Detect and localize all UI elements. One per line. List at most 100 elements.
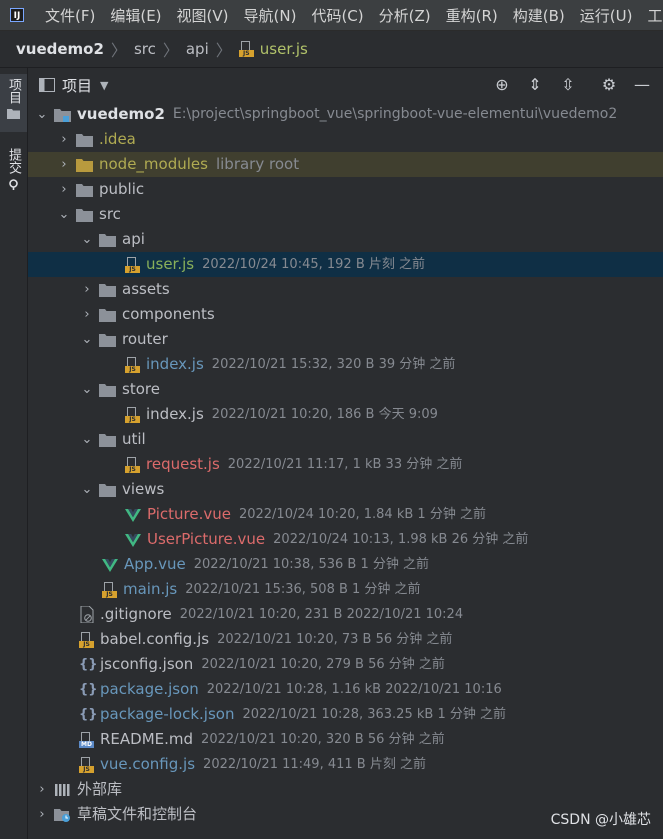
tree-item-meta: 2022/10/21 10:20, 231 B 2022/10/21 10:24	[179, 607, 464, 622]
chevron-down-icon[interactable]: ⌄	[34, 102, 50, 127]
tree-item-user-js[interactable]: user.js 2022/10/24 10:45, 192 B 片刻 之前	[28, 252, 663, 277]
tree-item-router[interactable]: ⌄ router	[28, 327, 663, 352]
tree-item-vue-config-js[interactable]: vue.config.js 2022/10/21 11:49, 411 B 片刻…	[28, 752, 663, 777]
tree-item-meta: 2022/10/21 10:28, 363.25 kB 1 分钟 之前	[242, 707, 506, 722]
tree-item-label: 外部库	[77, 780, 123, 798]
tree-item-label: user.js	[146, 255, 195, 273]
menu-tools[interactable]: 工具(	[640, 5, 663, 26]
select-opened-file-icon[interactable]: ⊕	[493, 76, 511, 94]
collapse-all-icon[interactable]: ⇳	[559, 76, 577, 94]
js-file-icon	[79, 756, 94, 773]
tree-item-router-index-js[interactable]: index.js 2022/10/21 15:32, 320 B 39 分钟 之…	[28, 352, 663, 377]
tree-item-picture-vue[interactable]: Picture.vue 2022/10/24 10:20, 1.84 kB 1 …	[28, 502, 663, 527]
intellij-logo-icon[interactable]: IJ	[10, 8, 24, 22]
tree-item-components[interactable]: › components	[28, 302, 663, 327]
tree-item-label: index.js	[146, 405, 204, 423]
chevron-down-icon[interactable]: ⌄	[79, 227, 95, 252]
js-file-icon	[125, 356, 140, 373]
tree-item-meta: 2022/10/21 11:49, 411 B 片刻 之前	[203, 757, 426, 772]
tree-item-store[interactable]: ⌄ store	[28, 377, 663, 402]
project-view-icon	[39, 78, 55, 92]
chevron-right-icon[interactable]: ›	[34, 802, 50, 827]
tree-item-label: .gitignore	[100, 605, 172, 623]
expand-all-icon[interactable]: ⇕	[526, 76, 544, 94]
chevron-right-icon: 〉	[110, 41, 127, 60]
tree-item-meta: 2022/10/21 10:38, 536 B 1 分钟 之前	[193, 557, 430, 572]
menu-run[interactable]: 运行(U)	[573, 5, 641, 26]
tree-item-meta: 2022/10/21 10:20, 279 B 56 分钟 之前	[201, 657, 445, 672]
breadcrumb-project[interactable]: vuedemo2	[16, 40, 104, 58]
tree-item-request-js[interactable]: request.js 2022/10/21 11:17, 1 kB 33 分钟 …	[28, 452, 663, 477]
tree-item-views[interactable]: ⌄ views	[28, 477, 663, 502]
chevron-right-icon[interactable]: ›	[56, 127, 72, 152]
chevron-right-icon[interactable]: ›	[34, 777, 50, 802]
tree-item-label: babel.config.js	[100, 630, 210, 648]
folder-icon	[99, 383, 116, 397]
library-icon	[55, 783, 70, 796]
vue-file-icon	[102, 558, 118, 572]
tree-item-package-lock-json[interactable]: {} package-lock.json 2022/10/21 10:28, 3…	[28, 702, 663, 727]
json-file-icon: {}	[79, 682, 98, 697]
tree-item-readme-md[interactable]: README.md 2022/10/21 10:20, 320 B 56 分钟 …	[28, 727, 663, 752]
tree-item-label: src	[99, 205, 121, 223]
menu-navigate[interactable]: 导航(N)	[237, 5, 305, 26]
menu-code[interactable]: 代码(C)	[304, 5, 371, 26]
tree-item-app-vue[interactable]: App.vue 2022/10/21 10:38, 536 B 1 分钟 之前	[28, 552, 663, 577]
tree-item-gitignore[interactable]: .gitignore 2022/10/21 10:20, 231 B 2022/…	[28, 602, 663, 627]
chevron-down-icon[interactable]: ⌄	[79, 327, 95, 352]
panel-title[interactable]: 项目	[62, 75, 92, 96]
tree-item-node-modules[interactable]: › node_modules library root	[28, 152, 663, 177]
menu-analyze[interactable]: 分析(Z)	[372, 5, 439, 26]
tree-item-package-json[interactable]: {} package.json 2022/10/21 10:28, 1.16 k…	[28, 677, 663, 702]
tree-item-userpicture-vue[interactable]: UserPicture.vue 2022/10/24 10:13, 1.98 k…	[28, 527, 663, 552]
folder-icon	[76, 208, 93, 222]
tree-item-public[interactable]: › public	[28, 177, 663, 202]
chevron-down-icon[interactable]: ⌄	[56, 202, 72, 227]
chevron-right-icon[interactable]: ›	[56, 152, 72, 177]
tree-item-label: router	[122, 330, 168, 348]
menu-edit[interactable]: 编辑(E)	[103, 5, 169, 26]
minimize-icon[interactable]: —	[633, 76, 651, 94]
menu-build[interactable]: 构建(B)	[506, 5, 573, 26]
chevron-down-icon[interactable]: ▼	[100, 79, 108, 92]
menu-refactor[interactable]: 重构(R)	[439, 5, 506, 26]
tree-item-meta: E:\project\springboot_vue\springboot-vue…	[172, 106, 618, 122]
tree-item-assets[interactable]: › assets	[28, 277, 663, 302]
chevron-down-icon[interactable]: ⌄	[79, 377, 95, 402]
chevron-right-icon[interactable]: ›	[79, 277, 95, 302]
tree-item-api[interactable]: ⌄ api	[28, 227, 663, 252]
breadcrumb-api[interactable]: api	[186, 40, 209, 58]
tree-item-label: 草稿文件和控制台	[77, 805, 198, 823]
tree-item-label: Picture.vue	[147, 505, 231, 523]
tree-item-label: index.js	[146, 355, 204, 373]
chevron-down-icon[interactable]: ⌄	[79, 427, 95, 452]
tree-item-main-js[interactable]: main.js 2022/10/21 15:36, 508 B 1 分钟 之前	[28, 577, 663, 602]
chevron-down-icon[interactable]: ⌄	[79, 477, 95, 502]
tree-item-label: views	[122, 480, 165, 498]
tree-item-label: jsconfig.json	[100, 655, 194, 673]
tab-project[interactable]: 项目	[0, 74, 27, 132]
tree-item-util[interactable]: ⌄ util	[28, 427, 663, 452]
tree-item-vuedemo2[interactable]: ⌄ vuedemo2 E:\project\springboot_vue\spr…	[28, 102, 663, 127]
tree-item-src[interactable]: ⌄ src	[28, 202, 663, 227]
tab-commit[interactable]: 提交	[0, 144, 27, 196]
tree-item-store-index-js[interactable]: index.js 2022/10/21 10:20, 186 B 今天 9:09	[28, 402, 663, 427]
tree-item-idea[interactable]: › .idea	[28, 127, 663, 152]
menu-view[interactable]: 视图(V)	[170, 5, 237, 26]
tree-item-jsconfig-json[interactable]: {} jsconfig.json 2022/10/21 10:20, 279 B…	[28, 652, 663, 677]
breadcrumb-src[interactable]: src	[134, 40, 156, 58]
tree-item-label: node_modules	[99, 155, 208, 173]
tree-item-meta: library root	[215, 155, 300, 173]
gear-icon[interactable]: ⚙	[600, 76, 618, 94]
menu-bar: IJ 文件(F) 编辑(E) 视图(V) 导航(N) 代码(C) 分析(Z) 重…	[0, 0, 663, 31]
menu-file[interactable]: 文件(F)	[38, 5, 103, 26]
tree-item-external-libraries[interactable]: › 外部库	[28, 777, 663, 802]
tree-item-meta: 2022/10/24 10:20, 1.84 kB 1 分钟 之前	[238, 507, 486, 522]
chevron-right-icon[interactable]: ›	[79, 302, 95, 327]
tree-item-babel-config-js[interactable]: babel.config.js 2022/10/21 10:20, 73 B 5…	[28, 627, 663, 652]
tree-item-meta: 2022/10/21 15:32, 320 B 39 分钟 之前	[211, 357, 456, 372]
tab-commit-label: 提交	[6, 148, 21, 174]
tree-item-meta: 2022/10/24 10:45, 192 B 片刻 之前	[202, 257, 426, 272]
chevron-right-icon[interactable]: ›	[56, 177, 72, 202]
breadcrumb-file[interactable]: user.js	[260, 40, 308, 58]
